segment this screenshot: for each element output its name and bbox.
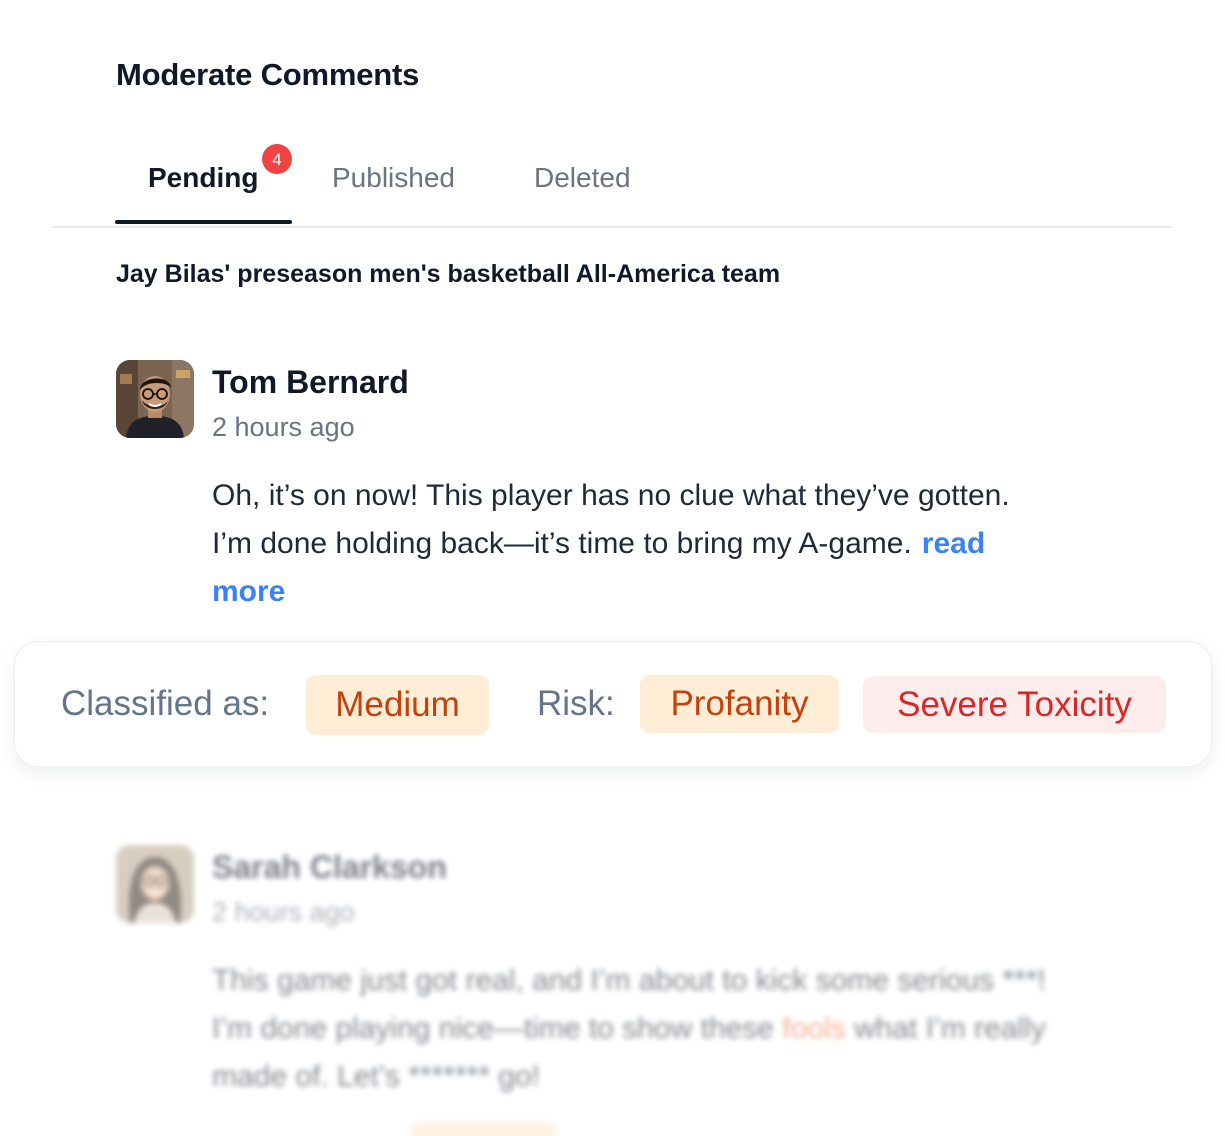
tab-published[interactable]: Published	[332, 162, 455, 194]
comment-body: Oh, it’s on now! This player has no clue…	[212, 472, 1052, 616]
page-title: Moderate Comments	[116, 57, 420, 92]
tab-pending-label: Pending	[148, 162, 259, 193]
comment-author: Tom Bernard	[212, 364, 409, 400]
risk-chip-severe-toxicity: Severe Toxicity	[863, 676, 1166, 733]
comment-timestamp: 2 hours ago	[212, 412, 355, 442]
pending-count-badge: 4	[262, 144, 292, 174]
classified-as-label: Classified as:	[61, 684, 270, 723]
tab-deleted-label: Deleted	[534, 162, 631, 193]
risk-label: Risk:	[537, 684, 615, 723]
comment-timestamp: 2 hours ago	[212, 897, 355, 927]
comment-body: This game just got real, and I’m about t…	[212, 957, 1052, 1101]
tab-deleted[interactable]: Deleted	[534, 162, 631, 194]
risk-chip-profanity: Profanity	[640, 675, 839, 733]
active-tab-indicator	[115, 220, 292, 224]
classification-card: Classified as: Medium Risk: Profanity Se…	[14, 641, 1212, 767]
comment-text: Oh, it’s on now! This player has no clue…	[212, 479, 1010, 560]
avatar-woman-glasses-icon	[116, 845, 194, 923]
blurred-chip	[410, 1122, 556, 1136]
severity-chip: Medium	[306, 675, 489, 735]
article-title: Jay Bilas' preseason men's basketball Al…	[116, 260, 781, 288]
tab-pending[interactable]: Pending	[148, 162, 258, 194]
comment-author: Sarah Clarkson	[212, 849, 447, 885]
avatar-man-glasses-icon	[116, 360, 194, 438]
tab-published-label: Published	[332, 162, 455, 193]
tab-bar: Pending 4 Published Deleted	[52, 140, 1172, 228]
moderation-page: Moderate Comments Pending 4 Published De…	[0, 0, 1225, 1136]
flagged-word: fools	[782, 1012, 846, 1045]
